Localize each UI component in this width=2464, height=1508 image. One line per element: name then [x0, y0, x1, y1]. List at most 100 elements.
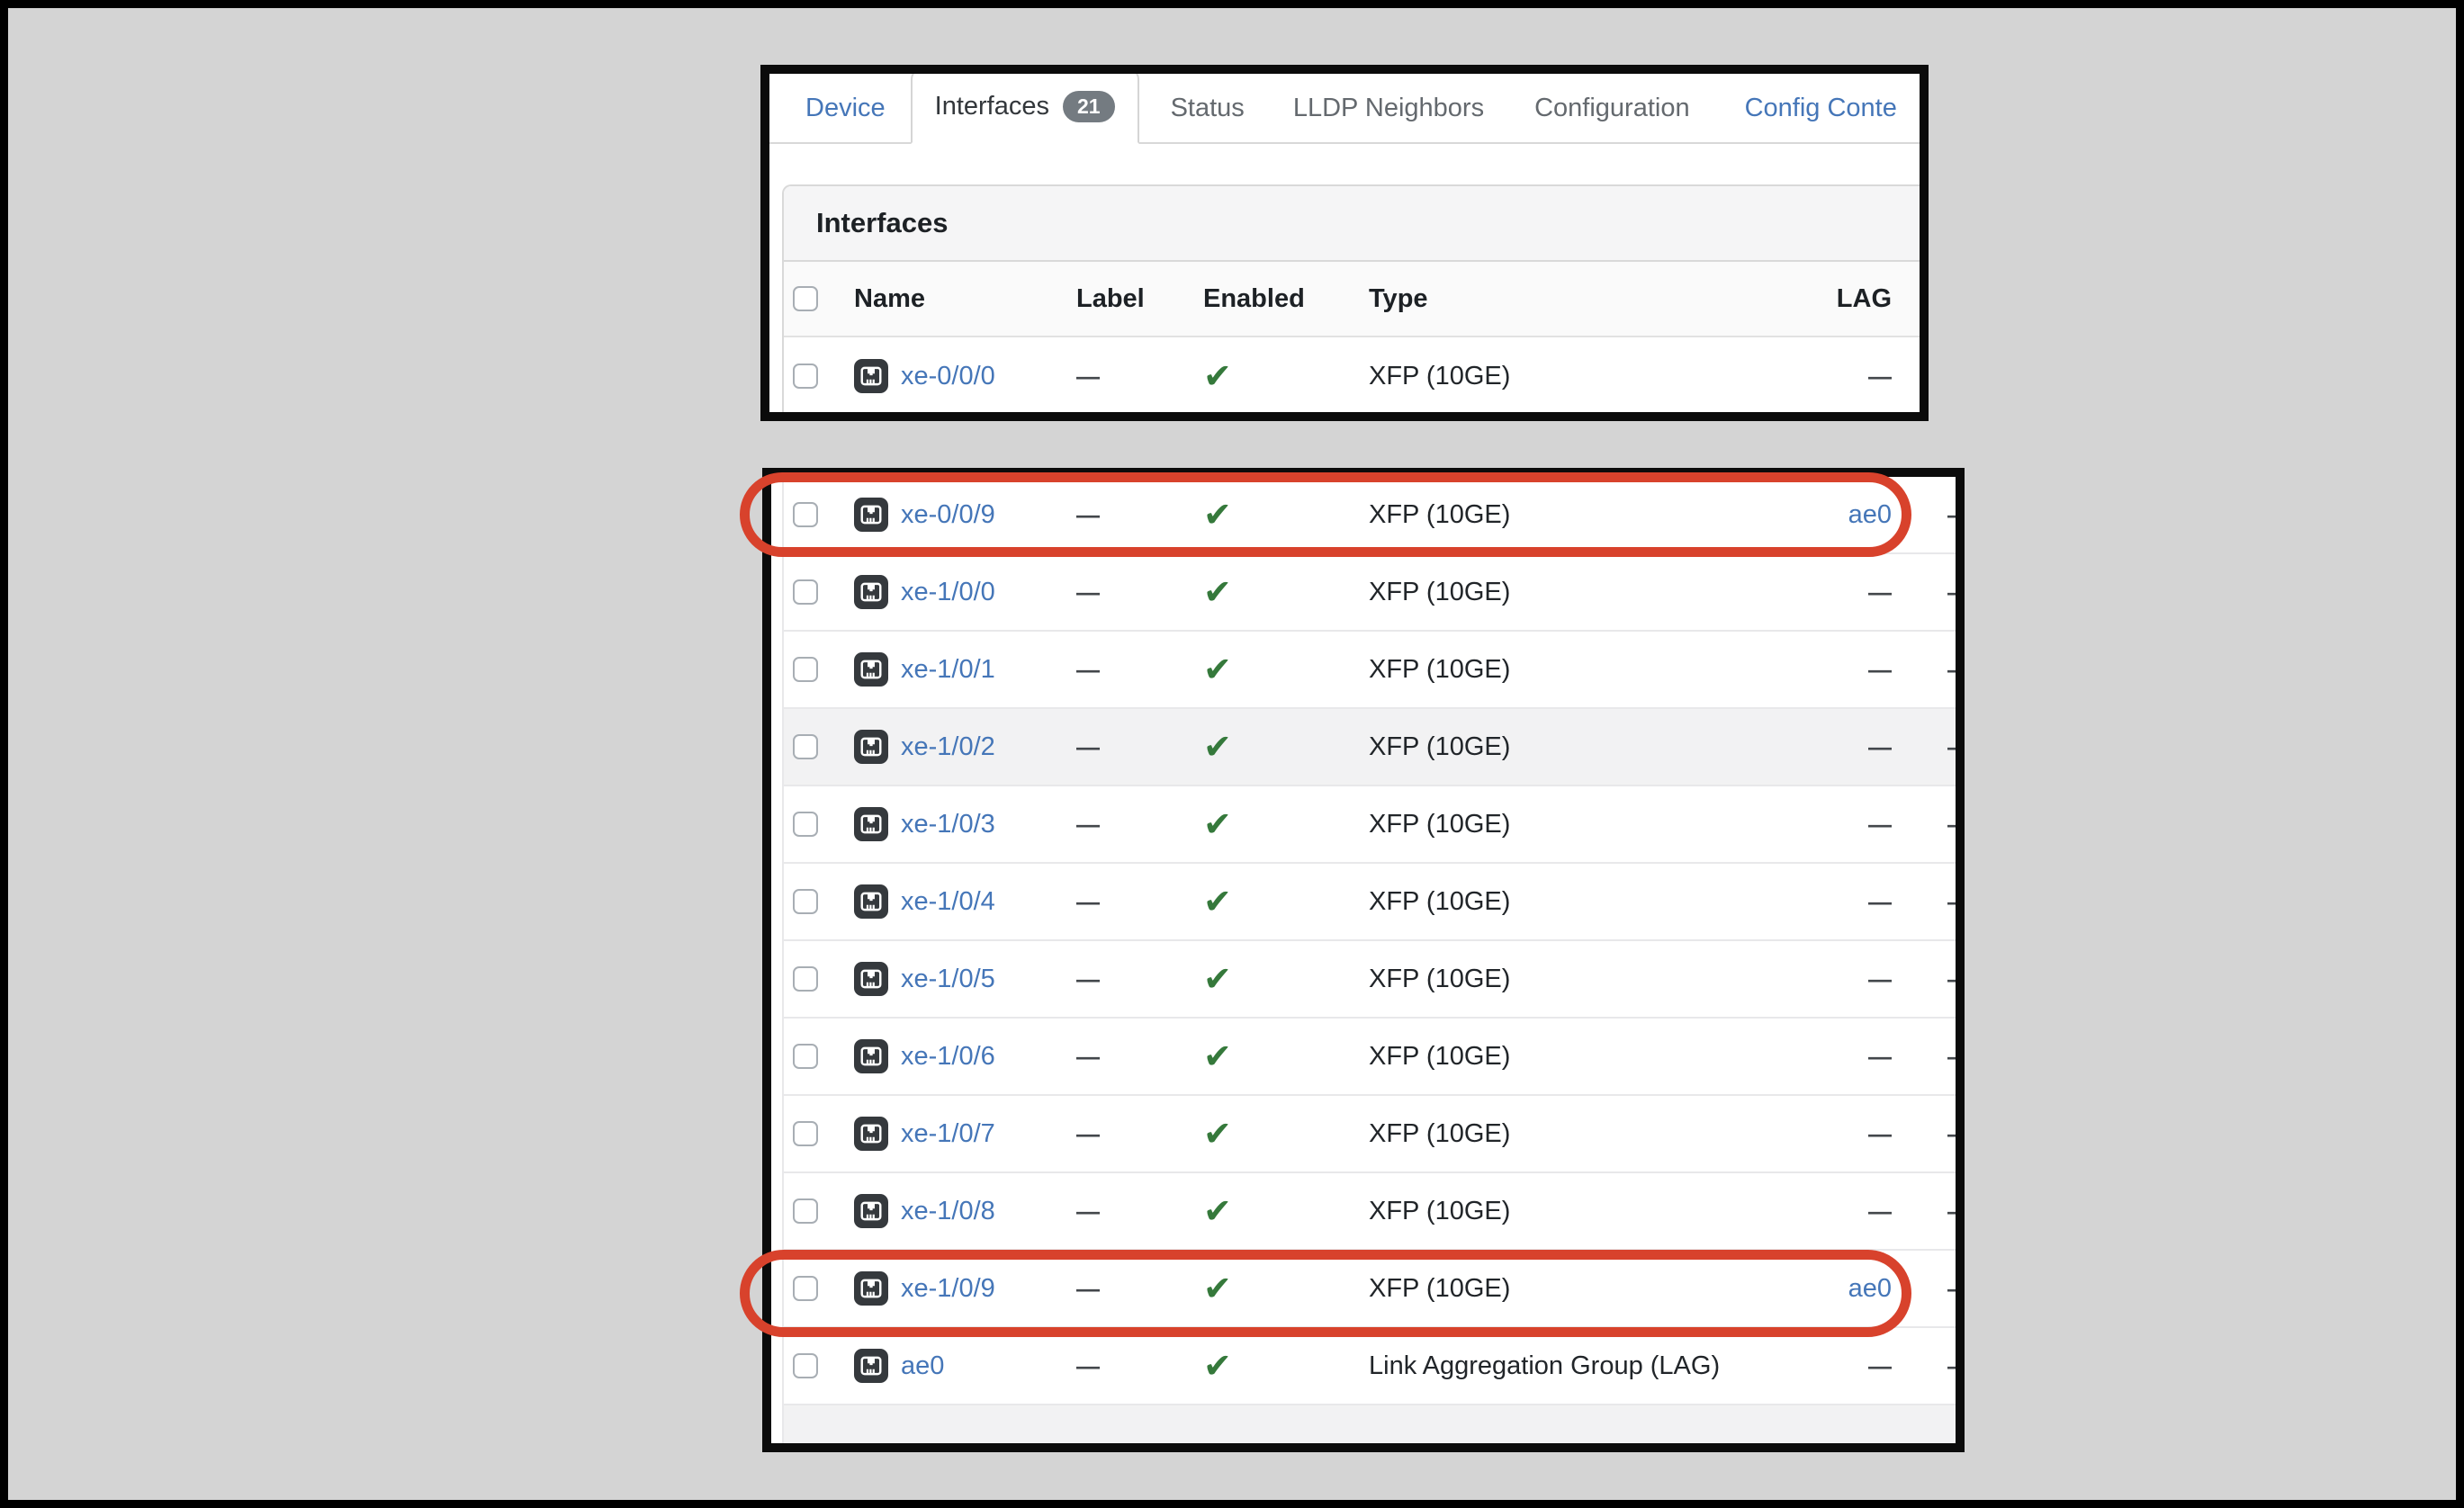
interface-name-link[interactable]: xe-1/0/3 [901, 810, 995, 839]
lag-value: — [1868, 811, 1892, 839]
lag-value: — [1868, 363, 1892, 390]
enabled-check-icon: ✔ [1203, 359, 1232, 393]
tab-lldp-neighbors[interactable]: LLDP Neighbors [1293, 94, 1484, 123]
interface-type: Link Aggregation Group (LAG) [1369, 1351, 1720, 1381]
row-checkbox[interactable] [793, 966, 818, 992]
enabled-check-icon: ✔ [1203, 807, 1232, 841]
interface-type: XFP (10GE) [1369, 810, 1510, 839]
ethernet-port-icon [854, 1349, 888, 1383]
enabled-check-icon: ✔ [1203, 575, 1232, 609]
interface-name-link[interactable]: xe-1/0/7 [901, 1119, 995, 1149]
lag-value: — [1868, 1120, 1892, 1148]
lag-link[interactable]: ae0 [1848, 500, 1892, 530]
label-value: — [1076, 501, 1100, 529]
row-checkbox[interactable] [793, 1353, 818, 1378]
enabled-check-icon: ✔ [1203, 884, 1232, 919]
table-row-xe-0-0-0: xe-0/0/0 — ✔ XFP (10GE) — [784, 337, 1929, 415]
interface-name-link[interactable]: xe-1/0/8 [901, 1197, 995, 1226]
label-value: — [1076, 1120, 1100, 1148]
interfaces-table-panel: xe-0/0/9 — ✔ XFP (10GE) ae0 — xe-1/0/0 —… [762, 468, 1965, 1452]
enabled-check-icon: ✔ [1203, 1194, 1232, 1228]
select-all-checkbox[interactable] [793, 286, 818, 311]
panel2-rows: xe-0/0/9 — ✔ XFP (10GE) ae0 — xe-1/0/0 —… [784, 477, 1956, 1405]
lag-value: — [1868, 1043, 1892, 1071]
row-checkbox[interactable] [793, 657, 818, 682]
table-row-xe-0-0-9: xe-0/0/9 — ✔ XFP (10GE) ae0 — [784, 477, 1956, 554]
enabled-check-icon: ✔ [1203, 962, 1232, 996]
column-header-enabled[interactable]: Enabled [1203, 284, 1305, 314]
extra-column-value: — [1947, 888, 1965, 916]
interface-type: XFP (10GE) [1369, 1042, 1510, 1072]
ethernet-port-icon [854, 807, 888, 841]
extra-column-value: — [1947, 656, 1965, 684]
row-checkbox[interactable] [793, 1276, 818, 1301]
label-value: — [1076, 1043, 1100, 1071]
lag-link[interactable]: ae0 [1848, 1274, 1892, 1304]
column-header-lag[interactable]: LAG [1837, 284, 1892, 314]
ethernet-port-icon [854, 1271, 888, 1306]
enabled-check-icon: ✔ [1203, 498, 1232, 532]
card-title: Interfaces [784, 186, 1929, 262]
interface-name-link[interactable]: xe-1/0/0 [901, 578, 995, 607]
extra-column-value: — [1947, 1352, 1965, 1380]
panel1-rows: xe-0/0/0 — ✔ XFP (10GE) — [784, 337, 1929, 415]
lag-value: — [1868, 888, 1892, 916]
interface-type: XFP (10GE) [1369, 732, 1510, 762]
label-value: — [1076, 656, 1100, 684]
interface-name-link[interactable]: ae0 [901, 1351, 944, 1381]
table-row-xe-1-0-9: xe-1/0/9 — ✔ XFP (10GE) ae0 — [784, 1251, 1956, 1328]
tab-status[interactable]: Status [1171, 94, 1245, 123]
interface-name-link[interactable]: xe-1/0/9 [901, 1274, 995, 1304]
column-header-type[interactable]: Type [1369, 284, 1428, 314]
extra-column-value: — [1947, 579, 1965, 606]
row-checkbox[interactable] [793, 734, 818, 759]
label-value: — [1076, 965, 1100, 993]
ethernet-port-icon [854, 1117, 888, 1151]
enabled-check-icon: ✔ [1203, 1349, 1232, 1383]
row-checkbox[interactable] [793, 502, 818, 527]
enabled-check-icon: ✔ [1203, 652, 1232, 687]
ethernet-port-icon [854, 1039, 888, 1073]
row-checkbox[interactable] [793, 1121, 818, 1146]
table-row-xe-1-0-6: xe-1/0/6 — ✔ XFP (10GE) — — [784, 1019, 1956, 1096]
lag-value: — [1868, 1352, 1892, 1380]
row-checkbox[interactable] [793, 1044, 818, 1069]
interface-name-link[interactable]: xe-1/0/2 [901, 732, 995, 762]
interface-name-link[interactable]: xe-1/0/1 [901, 655, 995, 685]
row-checkbox[interactable] [793, 889, 818, 914]
ethernet-port-icon [854, 1194, 888, 1228]
tab-config-conte[interactable]: Config Conte [1745, 94, 1897, 123]
ethernet-port-icon [854, 652, 888, 687]
label-value: — [1076, 1198, 1100, 1225]
tab-bar: DeviceInterfaces21StatusLLDP NeighborsCo… [769, 74, 1920, 144]
interface-type: XFP (10GE) [1369, 500, 1510, 530]
ethernet-port-icon [854, 962, 888, 996]
enabled-check-icon: ✔ [1203, 1117, 1232, 1151]
interface-type: XFP (10GE) [1369, 887, 1510, 917]
interface-name-link[interactable]: xe-1/0/6 [901, 1042, 995, 1072]
row-checkbox[interactable] [793, 364, 818, 389]
column-header-label[interactable]: Label [1076, 284, 1145, 314]
interface-name-link[interactable]: xe-0/0/9 [901, 500, 995, 530]
interface-type: XFP (10GE) [1369, 1274, 1510, 1304]
interface-name-link[interactable]: xe-1/0/5 [901, 965, 995, 994]
row-checkbox[interactable] [793, 579, 818, 605]
tab-configuration[interactable]: Configuration [1534, 94, 1690, 123]
table-row-xe-1-0-2: xe-1/0/2 — ✔ XFP (10GE) — — [784, 709, 1956, 786]
card-title-text: Interfaces [816, 207, 948, 239]
next-row-partial [784, 1405, 1956, 1443]
column-header-name[interactable]: Name [854, 284, 925, 314]
interface-name-link[interactable]: xe-1/0/4 [901, 887, 995, 917]
interface-type: XFP (10GE) [1369, 965, 1510, 994]
interfaces-card: Interfaces Name Label Enabled Type LAG [782, 184, 1929, 415]
interface-type: XFP (10GE) [1369, 1197, 1510, 1226]
tab-label: Interfaces [935, 92, 1049, 121]
label-value: — [1076, 1275, 1100, 1303]
row-checkbox[interactable] [793, 1198, 818, 1224]
ethernet-port-icon [854, 730, 888, 764]
interface-name-link[interactable]: xe-0/0/0 [901, 362, 995, 391]
table-row-xe-1-0-5: xe-1/0/5 — ✔ XFP (10GE) — — [784, 941, 1956, 1019]
tab-interfaces[interactable]: Interfaces21 [911, 68, 1139, 144]
row-checkbox[interactable] [793, 812, 818, 837]
tab-device[interactable]: Device [805, 94, 886, 123]
